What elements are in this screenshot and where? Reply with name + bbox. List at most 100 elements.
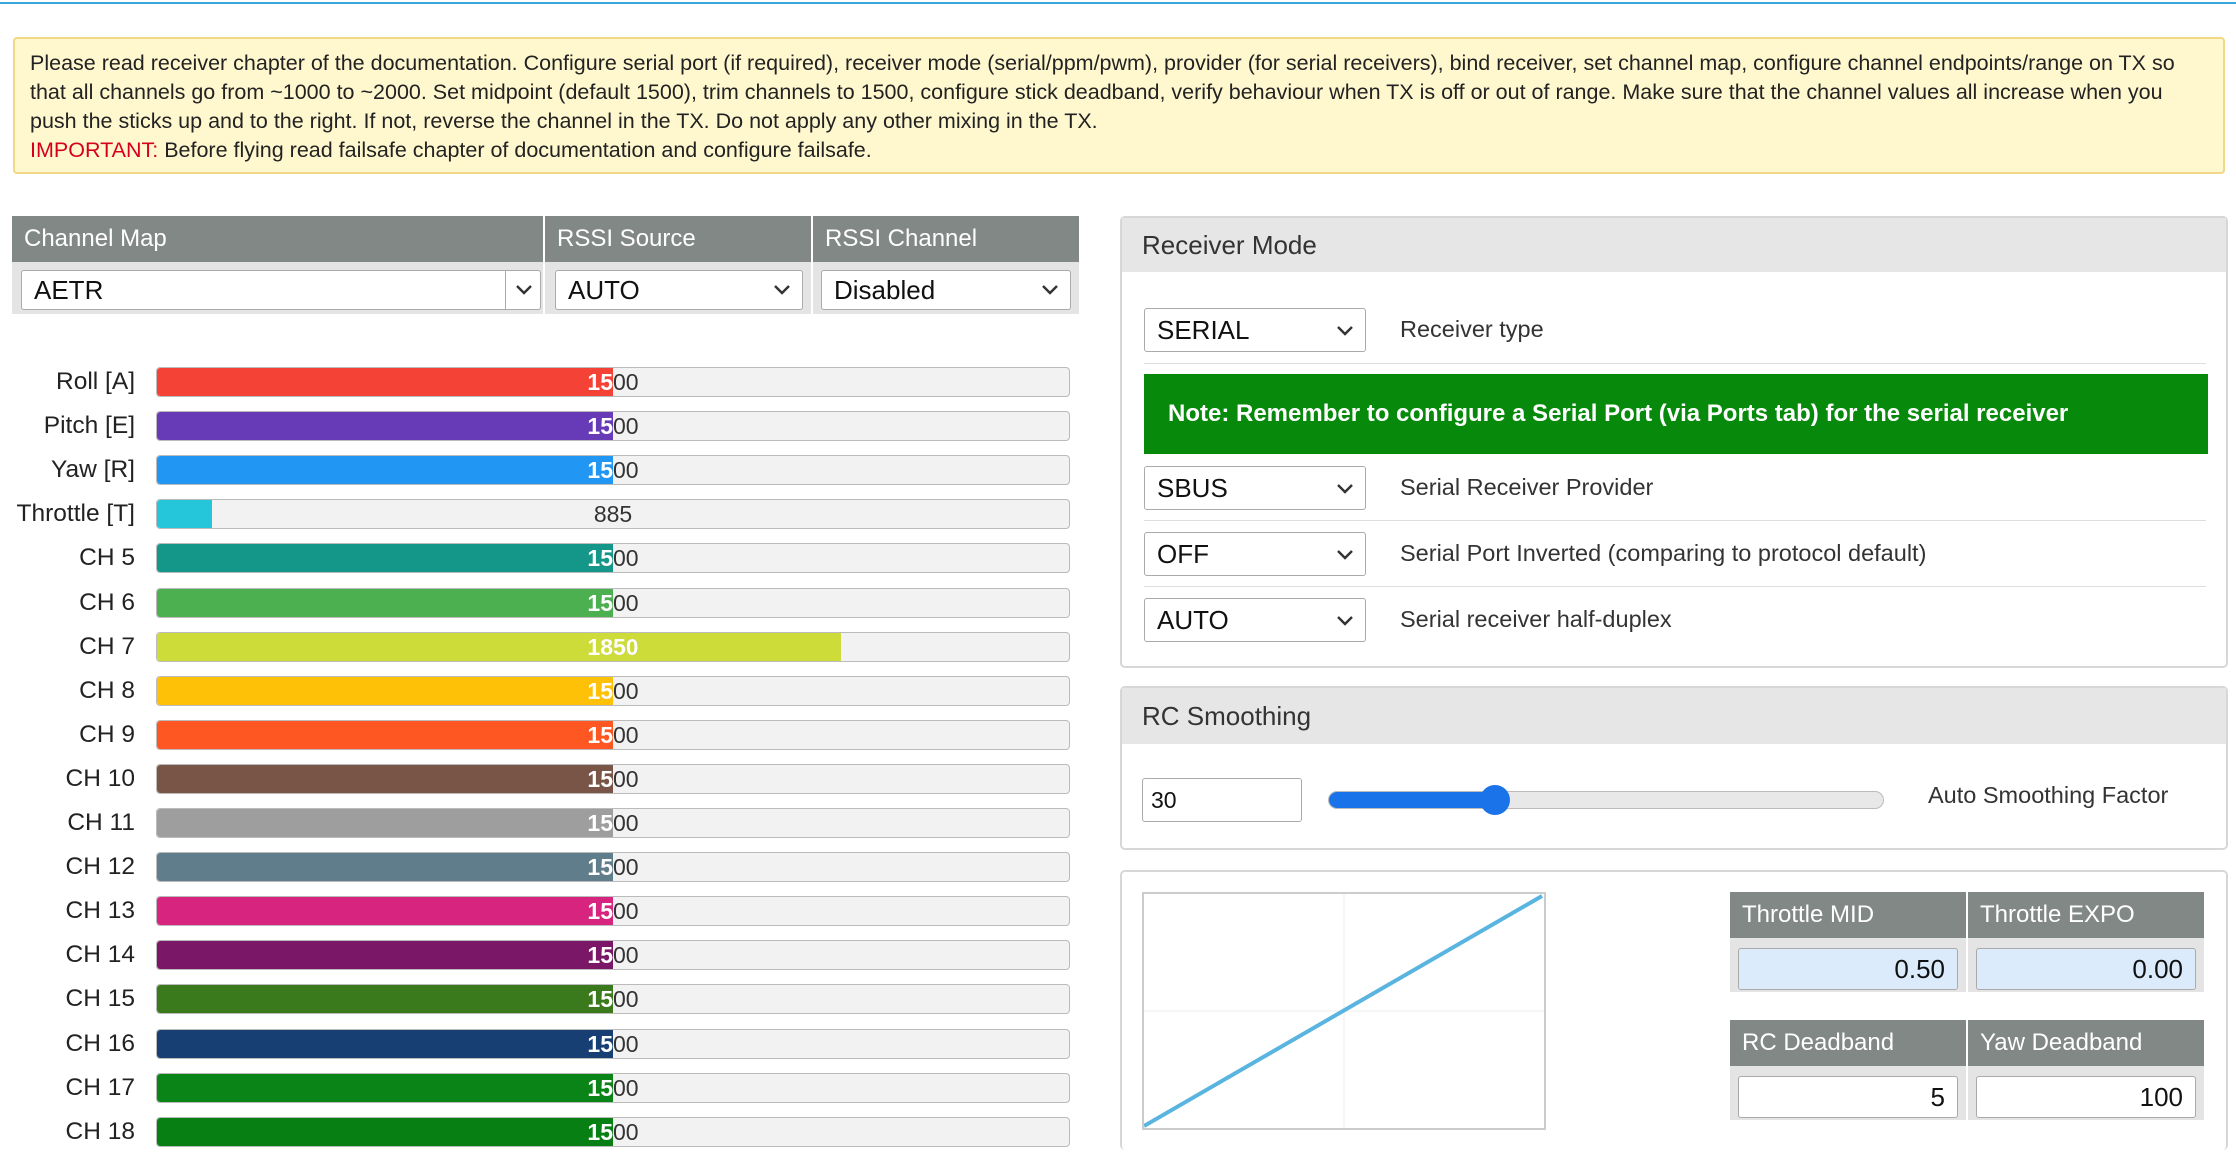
- channel-value-overlay-text: 1500: [587, 369, 613, 395]
- throttle-expo-header: Throttle EXPO: [1968, 892, 2204, 938]
- channel-value-overlay-text: 1500: [587, 413, 613, 439]
- rssi-channel-select[interactable]: Disabled: [821, 270, 1071, 310]
- channel-value-overlay-text: 1500: [587, 545, 613, 571]
- channel-row: CH 15 15001500: [0, 982, 1075, 1016]
- throttle-expo-value: 0.00: [2132, 954, 2183, 984]
- channel-value-overlay: 1500: [157, 589, 613, 617]
- smoothing-slider[interactable]: [1328, 791, 1884, 809]
- chevron-down-icon: [505, 271, 540, 309]
- divider: [1144, 363, 2206, 364]
- channel-meter: 15001500: [156, 455, 1070, 485]
- half-duplex-select[interactable]: AUTO: [1144, 598, 1366, 642]
- channel-row: CH 5 15001500: [0, 541, 1075, 575]
- smoothing-factor-value: 30: [1151, 787, 1177, 813]
- channel-value-overlay-text: 1500: [587, 854, 613, 880]
- channel-meter: 15001500: [156, 543, 1070, 573]
- channel-row: CH 12 15001500: [0, 850, 1075, 884]
- yaw-deadband-input[interactable]: 100: [1976, 1076, 2196, 1118]
- half-duplex-value: AUTO: [1157, 605, 1229, 635]
- channel-label: Pitch [E]: [43, 412, 135, 439]
- throttle-mid-input[interactable]: 0.50: [1738, 948, 1958, 990]
- channel-label: CH 12: [65, 853, 135, 880]
- channel-value-overlay: 1500: [157, 985, 613, 1013]
- channel-meter: 15001500: [156, 984, 1070, 1014]
- channel-value-overlay-text: 1500: [587, 942, 613, 968]
- channel-row: CH 11 15001500: [0, 806, 1075, 840]
- channel-value-overlay: 1500: [157, 1030, 613, 1058]
- channel-label: CH 8: [79, 677, 135, 704]
- channel-row: CH 6 15001500: [0, 586, 1075, 620]
- channel-row: Pitch [E] 15001500: [0, 409, 1075, 443]
- receiver-mode-panel: Receiver Mode SERIAL Receiver type Note:…: [1120, 216, 2228, 668]
- channel-label: CH 10: [65, 765, 135, 792]
- yaw-deadband-value: 100: [2139, 1082, 2183, 1112]
- channel-meter: 15001500: [156, 1073, 1070, 1103]
- channel-row: Yaw [R] 15001500: [0, 453, 1075, 487]
- channel-row: CH 8 15001500: [0, 674, 1075, 708]
- channel-value-overlay-text: 1500: [587, 898, 613, 924]
- smoothing-factor-input[interactable]: 30: [1142, 778, 1302, 822]
- channel-meter: 15001500: [156, 367, 1070, 397]
- channel-row: Roll [A] 15001500: [0, 365, 1075, 399]
- channel-map-header: Channel Map: [12, 216, 543, 262]
- channel-label: CH 9: [79, 721, 135, 748]
- rc-deadband-input[interactable]: 5: [1738, 1076, 1958, 1118]
- receiver-mode-title: Receiver Mode: [1122, 218, 2226, 272]
- chevron-down-icon: [1038, 271, 1062, 309]
- channel-map-panel: Channel Map RSSI Source RSSI Channel AET…: [12, 216, 1079, 322]
- notice-text: Please read receiver chapter of the docu…: [30, 51, 2175, 133]
- channel-label: CH 14: [65, 941, 135, 968]
- channel-value-overlay: 1500: [157, 853, 613, 881]
- important-text: Before flying read failsafe chapter of d…: [158, 138, 872, 162]
- channel-meter: 15001500: [156, 1029, 1070, 1059]
- throttle-curve-graph: [1142, 894, 1544, 1128]
- channel-value-overlay: 1500: [157, 721, 613, 749]
- channel-label: CH 7: [79, 633, 135, 660]
- channel-value-overlay-text: 1500: [587, 1119, 613, 1145]
- throttle-expo-input[interactable]: 0.00: [1976, 948, 2196, 990]
- chevron-down-icon: [1333, 309, 1357, 351]
- channel-row: CH 9 15001500: [0, 718, 1075, 752]
- rc-deadband-value: 5: [1930, 1082, 1945, 1112]
- channel-row: CH 18 15001500: [0, 1115, 1075, 1149]
- channel-label: CH 15: [65, 985, 135, 1012]
- receiver-type-select[interactable]: SERIAL: [1144, 308, 1366, 352]
- channel-meter: 15001500: [156, 940, 1070, 970]
- channel-value-overlay: 1850: [157, 633, 841, 661]
- chevron-down-icon: [1333, 467, 1357, 509]
- channel-value-overlay-text: 1500: [587, 590, 613, 616]
- documentation-notice: Please read receiver chapter of the docu…: [13, 37, 2225, 174]
- receiver-type-label: Receiver type: [1400, 316, 1544, 342]
- serial-provider-select[interactable]: SBUS: [1144, 466, 1366, 510]
- serial-inverted-value: OFF: [1157, 539, 1209, 569]
- channel-label: CH 18: [65, 1118, 135, 1145]
- serial-port-note: Note: Remember to configure a Serial Por…: [1144, 374, 2208, 454]
- channel-value-overlay-text: 1500: [587, 766, 613, 792]
- rssi-source-select[interactable]: AUTO: [555, 270, 803, 310]
- serial-inverted-label: Serial Port Inverted (comparing to proto…: [1400, 540, 1927, 566]
- important-label: IMPORTANT:: [30, 138, 159, 162]
- slider-fill: [1329, 792, 1496, 808]
- channel-label: CH 13: [65, 897, 135, 924]
- channel-meter: 15001500: [156, 808, 1070, 838]
- channel-row: CH 7 1850 1850: [0, 630, 1075, 664]
- serial-inverted-select[interactable]: OFF: [1144, 532, 1366, 576]
- channel-value-overlay: 1500: [157, 765, 613, 793]
- rc-smoothing-title: RC Smoothing: [1122, 688, 2226, 744]
- channel-row: CH 14 15001500: [0, 938, 1075, 972]
- channel-value-overlay: 1500: [157, 368, 613, 396]
- slider-thumb[interactable]: [1480, 785, 1510, 815]
- channel-value-overlay-text: 885: [157, 500, 212, 528]
- channel-value-overlay: 1500: [157, 1074, 613, 1102]
- channel-value-overlay-text: 1850: [587, 634, 639, 660]
- rssi-channel-header: RSSI Channel: [813, 216, 1079, 262]
- channel-value-overlay: 1500: [157, 809, 613, 837]
- divider: [1144, 586, 2206, 587]
- channel-meter: 885 885: [156, 499, 1070, 529]
- chevron-down-icon: [1333, 533, 1357, 575]
- yaw-deadband-header: Yaw Deadband: [1968, 1020, 2204, 1066]
- channel-row: CH 16 15001500: [0, 1027, 1075, 1061]
- channel-map-select[interactable]: AETR: [21, 270, 541, 310]
- chevron-down-icon: [770, 271, 794, 309]
- throttle-mid-value: 0.50: [1894, 954, 1945, 984]
